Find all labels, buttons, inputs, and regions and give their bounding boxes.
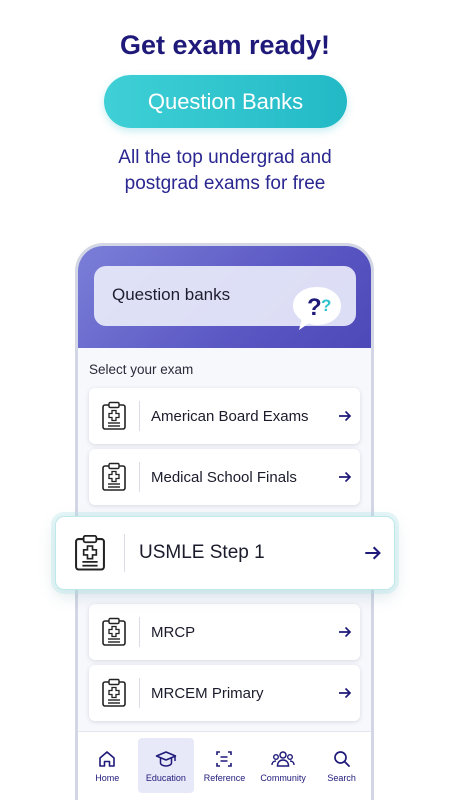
exam-label: USMLE Step 1 — [139, 542, 265, 563]
nav-label: Home — [95, 772, 120, 783]
exam-label: MRCEM Primary — [151, 684, 264, 702]
promo-headline: Get exam ready! — [119, 30, 331, 60]
exam-label: American Board Exams — [151, 407, 309, 425]
question-speech-bubble-icon: ? ? — [290, 284, 344, 330]
reference-scan-icon — [216, 750, 233, 767]
nav-item-home[interactable]: Home — [79, 738, 135, 793]
nav-item-community[interactable]: Community — [255, 738, 311, 793]
select-exam-label: Select your exam — [89, 362, 194, 377]
svg-text:?: ? — [321, 296, 331, 315]
header-title: Question banks — [112, 285, 231, 304]
nav-label: Search — [327, 772, 356, 783]
nav-item-education[interactable]: Education — [137, 738, 194, 793]
arrow-right-icon — [330, 471, 360, 483]
exam-item-usmle-step-1[interactable]: USMLE Step 1 — [55, 516, 395, 590]
nav-label: Education — [145, 772, 186, 783]
promo-subtitle-line-1: All the top undergrad and — [118, 147, 332, 168]
arrow-right-icon — [330, 687, 360, 699]
exam-item-medical-school-finals[interactable]: Medical School Finals — [89, 449, 360, 505]
clipboard-medical-icon — [89, 665, 139, 721]
clipboard-medical-icon — [89, 388, 139, 444]
exam-item-american-board[interactable]: American Board Exams — [89, 388, 360, 444]
nav-item-search[interactable]: Search — [314, 738, 370, 793]
promo-subtitle-line-2: postgrad exams for free — [124, 173, 326, 194]
exam-label: Medical School Finals — [151, 468, 297, 486]
exam-label: MRCP — [151, 623, 196, 641]
app-header: Question banks ? ? — [78, 246, 371, 348]
community-icon — [271, 750, 295, 767]
search-icon — [333, 750, 350, 767]
question-banks-pill: Question Banks — [104, 75, 347, 128]
promo-subtitle: All the top undergrad and postgrad exams… — [0, 145, 450, 197]
nav-label: Reference — [203, 772, 246, 783]
arrow-right-icon — [330, 410, 360, 422]
arrow-right-icon — [352, 545, 394, 561]
home-icon — [99, 750, 116, 767]
exam-item-mrcem-primary[interactable]: MRCEM Primary — [89, 665, 360, 721]
question-banks-header-card: Question banks ? ? — [94, 266, 356, 330]
nav-item-reference[interactable]: Reference — [196, 738, 252, 793]
clipboard-medical-icon — [89, 449, 139, 505]
graduation-cap-icon — [155, 750, 177, 767]
clipboard-medical-icon — [89, 604, 139, 660]
clipboard-medical-icon — [56, 517, 124, 589]
bottom-nav: Home Education Reference Community Searc… — [78, 731, 371, 800]
exam-item-mrcp[interactable]: MRCP — [89, 604, 360, 660]
svg-text:?: ? — [307, 294, 322, 321]
nav-label: Community — [260, 772, 306, 783]
arrow-right-icon — [330, 626, 360, 638]
